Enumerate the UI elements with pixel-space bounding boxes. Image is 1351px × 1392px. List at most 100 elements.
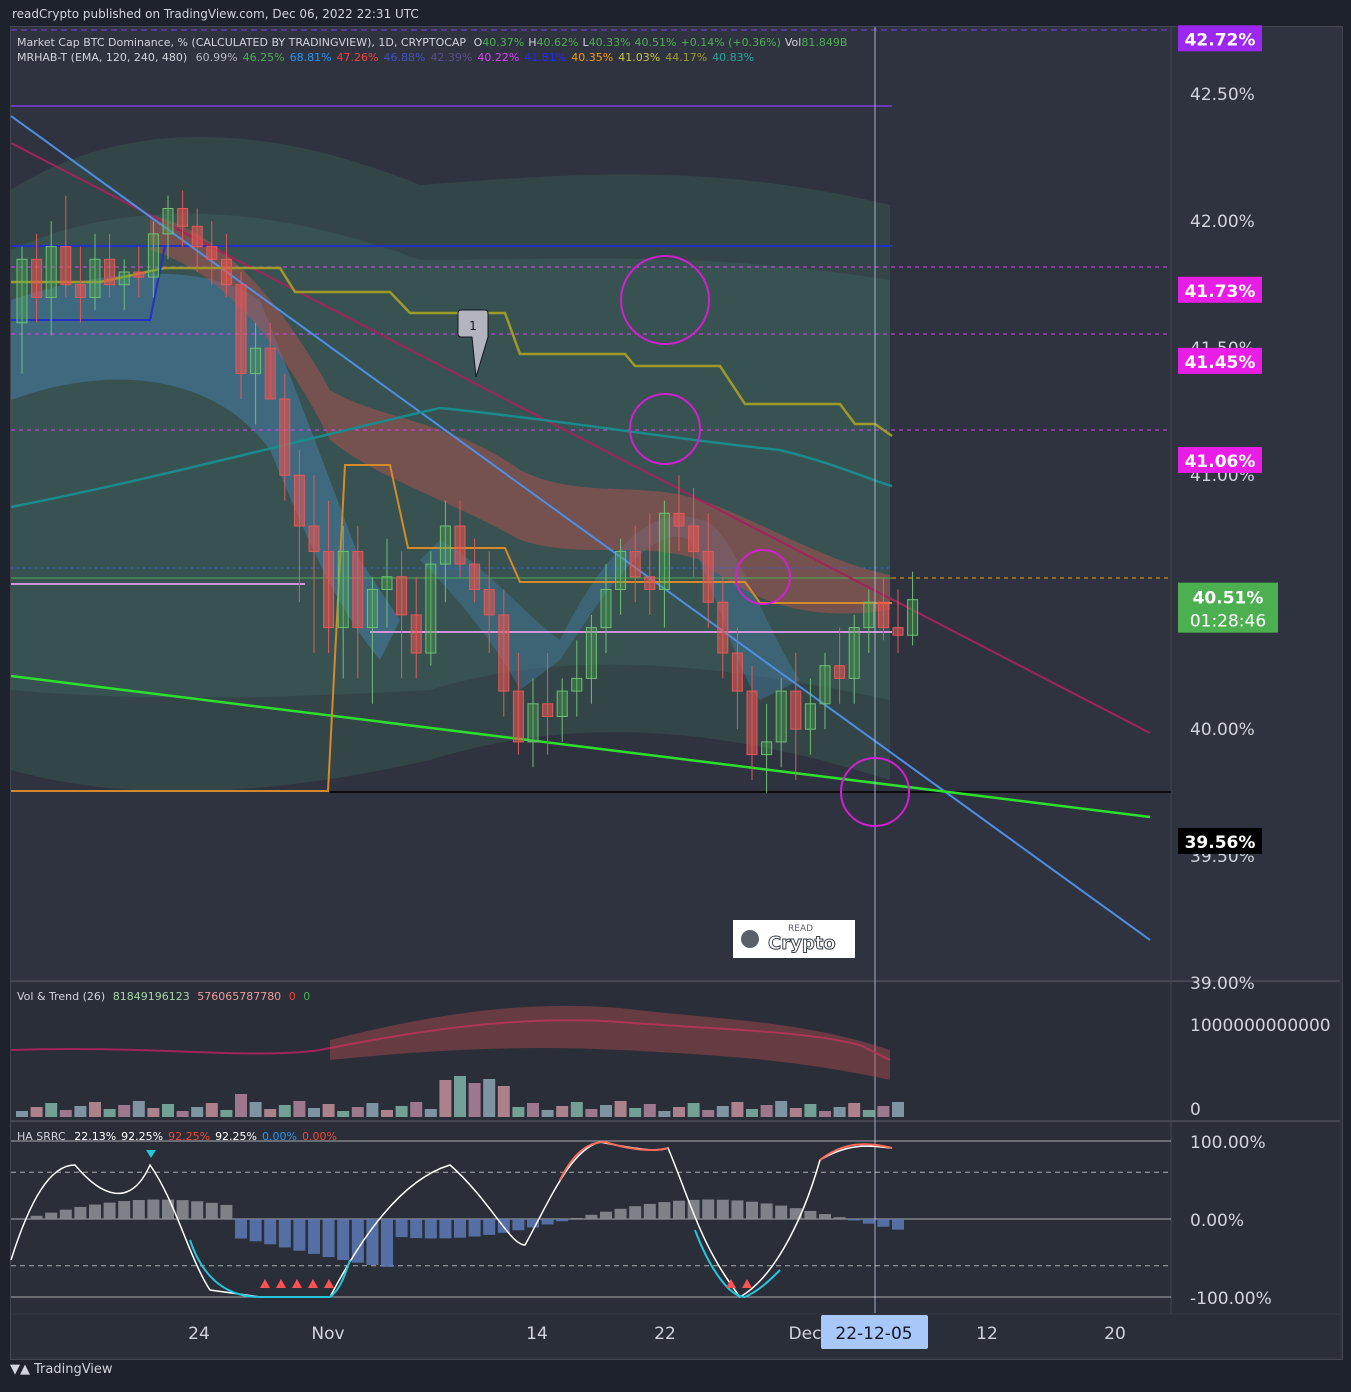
osc-values: 22.13% 92.25% 92.25% 92.25% 0.00% 0.00% (69, 1130, 337, 1143)
volume-bar (527, 1103, 539, 1117)
candle-body (191, 225, 203, 248)
candle-body (162, 208, 174, 235)
candle-body (308, 525, 320, 552)
volume-bar (600, 1105, 612, 1117)
candle-body (658, 512, 670, 590)
volume-bar (892, 1102, 904, 1117)
volume-bar (716, 1106, 729, 1117)
osc-hist-bar (862, 1219, 875, 1224)
volume-v2: 576065787780 (197, 990, 282, 1003)
osc-hist-bar (395, 1219, 408, 1238)
volume-bar (483, 1079, 496, 1117)
volume-bar (673, 1107, 685, 1117)
footer-brand[interactable]: TradingView (34, 1362, 113, 1377)
volume-bar (833, 1107, 846, 1117)
candle-body (104, 258, 116, 286)
legend-ohlc: O40.37% H40.62% L40.33% 40.51% +0.14% (+0.36… (470, 36, 848, 49)
osc-hist-bar (264, 1219, 277, 1245)
price-badge-label: 39.56% (1185, 833, 1256, 853)
osc-hist-bar (89, 1204, 101, 1219)
candle-body (337, 550, 349, 629)
osc-hist-bar (205, 1202, 218, 1219)
candle-body (673, 512, 685, 527)
osc-axis-label: -100.00% (1190, 1289, 1272, 1309)
watermark-logo-icon (741, 930, 759, 948)
candle-body (133, 271, 145, 278)
candle-body (60, 246, 72, 286)
candle-body (74, 284, 86, 298)
candle-body (220, 258, 232, 286)
ohlc-value: 81.849B (801, 36, 848, 49)
candle-body (177, 208, 189, 227)
volume-bar (337, 1111, 350, 1117)
volume-bar (541, 1110, 554, 1117)
candle-body (264, 347, 276, 400)
candle-body (834, 665, 846, 679)
annotation-marker-label: 1 (469, 319, 477, 333)
volume-title[interactable]: Vol & Trend (26) (17, 990, 105, 1003)
volume-axis-bottom: 0 (1190, 1100, 1201, 1120)
volume-bar (454, 1076, 466, 1117)
volume-bar (322, 1104, 335, 1117)
volume-bar (746, 1109, 758, 1117)
indicator-name[interactable]: MRHAB-T (EMA, 120, 240, 480) (17, 51, 187, 64)
volume-bar (439, 1080, 452, 1117)
price-badge-label: 41.73% (1185, 282, 1256, 302)
candle-body (615, 550, 627, 591)
candle-body (527, 703, 539, 743)
main-legend: Market Cap BTC Dominance, % (CALCULATED … (17, 35, 847, 65)
price-badge-label: 41.06% (1185, 452, 1256, 472)
candle-body (848, 627, 860, 679)
candle-body (717, 601, 729, 654)
candle-body (556, 690, 568, 717)
osc-title[interactable]: HA SRRC (17, 1130, 66, 1143)
osc-hist-bar (424, 1219, 437, 1239)
osc-value: 0.00% (262, 1130, 297, 1143)
osc-hist-bar (191, 1201, 204, 1219)
volume-bar (118, 1105, 131, 1117)
osc-axis-label: 0.00% (1190, 1211, 1244, 1231)
indicator-values: 60.99% 46.25% 68.81% 47.26% 46.88% 42.39% 40.2… (191, 51, 754, 64)
volume-bar (103, 1109, 116, 1117)
last-price-label: 40.51% (1193, 589, 1264, 609)
osc-hist-bar (556, 1219, 569, 1222)
indicator-value: 60.99% (195, 51, 238, 64)
volume-bar (308, 1108, 320, 1117)
volume-bar (643, 1104, 656, 1117)
osc-hist-bar (410, 1219, 423, 1239)
volume-bar (30, 1107, 43, 1117)
volume-bar (570, 1102, 583, 1117)
candle-body (293, 474, 305, 527)
osc-hist-bar (337, 1219, 350, 1260)
volume-bar (819, 1111, 831, 1117)
candle-body (907, 599, 919, 636)
osc-hist-bar (819, 1214, 831, 1219)
indicator-value: 68.81% (289, 51, 332, 64)
indicator-value: 41.81% (524, 51, 567, 64)
volume-bar (731, 1102, 744, 1117)
ohlc-label: O (473, 36, 483, 49)
osc-hist-bar (614, 1208, 627, 1219)
ohlc-value: 40.33% (588, 36, 631, 49)
chart-svg[interactable]: 1READCrypto 42.50%42.00%41.50%41.00%40.0… (0, 0, 1351, 1392)
volume-bar (293, 1101, 306, 1117)
price-tick-label: 40.00% (1190, 720, 1255, 740)
osc-hist-bar (439, 1219, 452, 1239)
osc-hist-bar (570, 1218, 583, 1219)
candle-body (761, 741, 773, 756)
osc-hist-bar (132, 1200, 145, 1219)
time-tick-label: 12 (976, 1324, 998, 1344)
ohlc-item: O40.37% (474, 36, 525, 49)
last-price-countdown: 01:28:46 (1190, 612, 1266, 632)
candle-body (89, 258, 101, 298)
volume-bar (760, 1105, 773, 1117)
legend-indicator-row: MRHAB-T (EMA, 120, 240, 480) 60.99% 46.25… (17, 50, 847, 65)
price-tick-label: 42.50% (1190, 85, 1255, 105)
indicator-value: 40.35% (571, 51, 614, 64)
osc-hist-bar (103, 1202, 116, 1219)
indicator-value: 41.03% (618, 51, 661, 64)
osc-hist-bar (833, 1217, 846, 1219)
osc-hist-bar (162, 1199, 174, 1219)
osc-hist-bar (468, 1219, 481, 1237)
candle-body (118, 271, 130, 286)
